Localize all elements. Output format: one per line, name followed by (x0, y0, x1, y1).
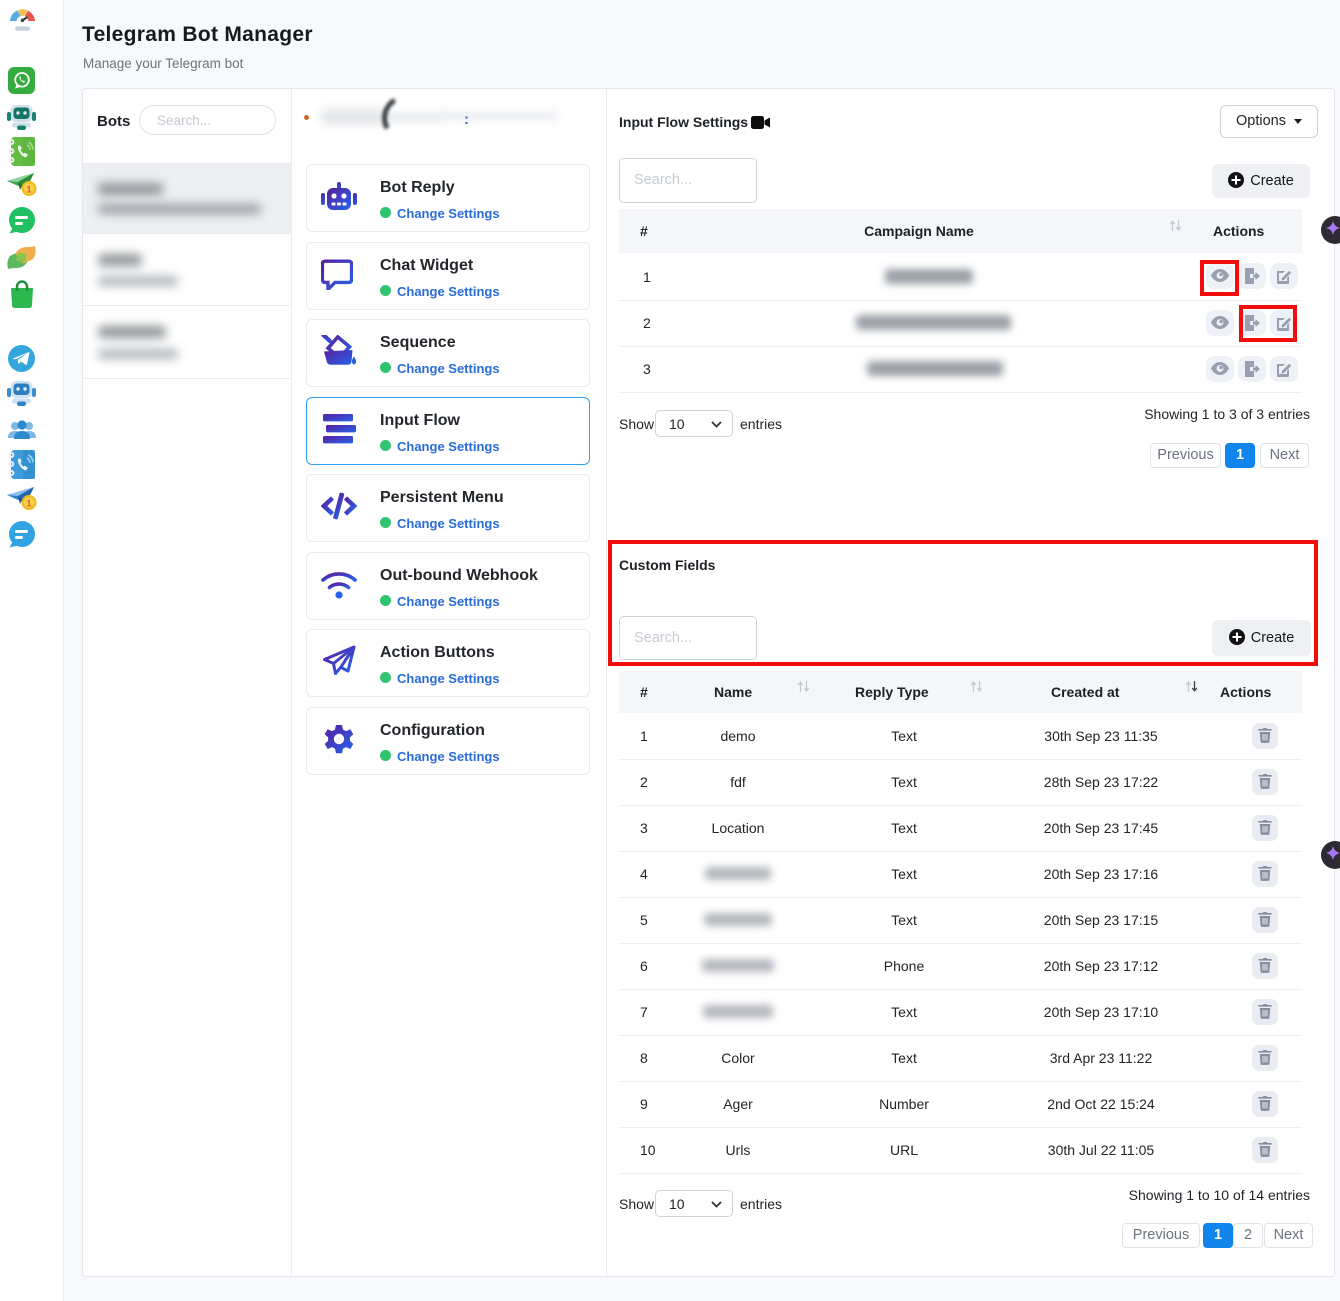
svg-text:1: 1 (26, 185, 32, 196)
svg-text:1: 1 (26, 499, 32, 510)
